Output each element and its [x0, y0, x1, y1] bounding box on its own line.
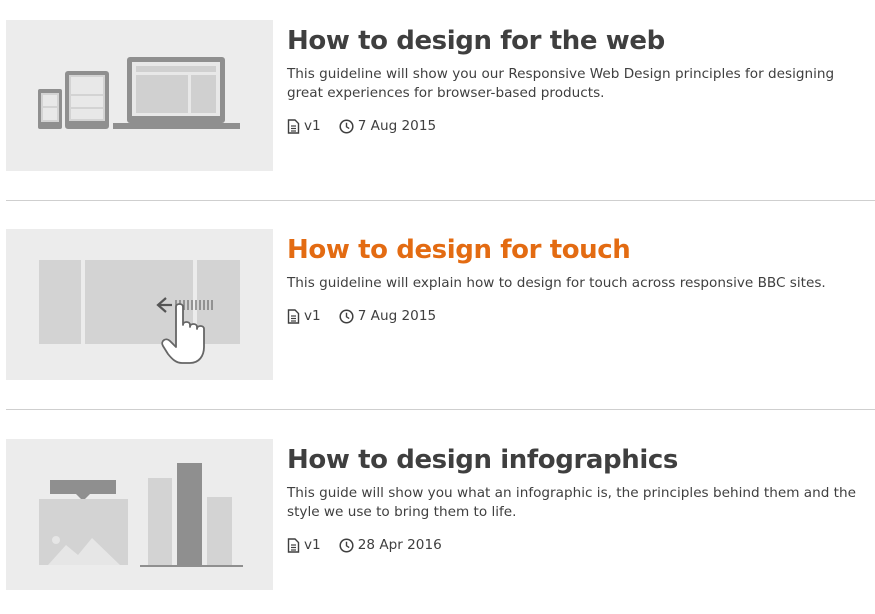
clock-icon	[339, 308, 354, 324]
responsive-devices-illustration	[38, 57, 240, 129]
version-meta: v1	[287, 308, 321, 324]
article-item-touch: How to design for touch This guideline w…	[0, 229, 875, 381]
document-icon	[287, 308, 300, 324]
article-title[interactable]: How to design for touch	[287, 232, 872, 268]
touch-swipe-illustration	[39, 260, 240, 364]
article-description: This guideline will explain how to desig…	[287, 275, 826, 291]
article-thumbnail-touch[interactable]	[6, 229, 273, 380]
version-meta: v1	[287, 537, 321, 553]
article-item-web: How to design for the web This guideline…	[0, 20, 875, 172]
article-divider	[6, 200, 875, 201]
article-divider	[6, 409, 875, 410]
article-thumbnail-web[interactable]	[6, 20, 273, 171]
article-meta: v1 7 Aug 2015	[287, 308, 872, 324]
article-description: This guide will show you what an infogra…	[287, 485, 856, 520]
clock-icon	[339, 537, 354, 553]
article-description: This guideline will show you our Respons…	[287, 66, 835, 101]
version-label: v1	[304, 537, 321, 553]
article-content: How to design for touch This guideline w…	[287, 229, 872, 324]
version-meta: v1	[287, 118, 321, 134]
version-label: v1	[304, 118, 321, 134]
article-thumbnail-infographics[interactable]	[6, 439, 273, 590]
article-title[interactable]: How to design infographics	[287, 442, 872, 478]
document-icon	[287, 537, 300, 553]
date-label: 7 Aug 2015	[357, 308, 437, 324]
article-meta: v1 7 Aug 2015	[287, 118, 872, 134]
article-meta: v1 28 Apr 2016	[287, 537, 872, 553]
article-item-infographics: How to design infographics This guide wi…	[0, 439, 875, 591]
clock-icon	[339, 118, 354, 134]
date-meta: 7 Aug 2015	[339, 308, 436, 324]
date-label: 7 Aug 2015	[357, 118, 437, 134]
version-label: v1	[304, 308, 321, 324]
date-meta: 28 Apr 2016	[339, 537, 442, 553]
date-label: 28 Apr 2016	[357, 537, 442, 553]
article-content: How to design for the web This guideline…	[287, 20, 872, 134]
infographic-illustration	[39, 463, 243, 567]
article-title[interactable]: How to design for the web	[287, 23, 872, 59]
date-meta: 7 Aug 2015	[339, 118, 436, 134]
document-icon	[287, 118, 300, 134]
article-content: How to design infographics This guide wi…	[287, 439, 872, 553]
